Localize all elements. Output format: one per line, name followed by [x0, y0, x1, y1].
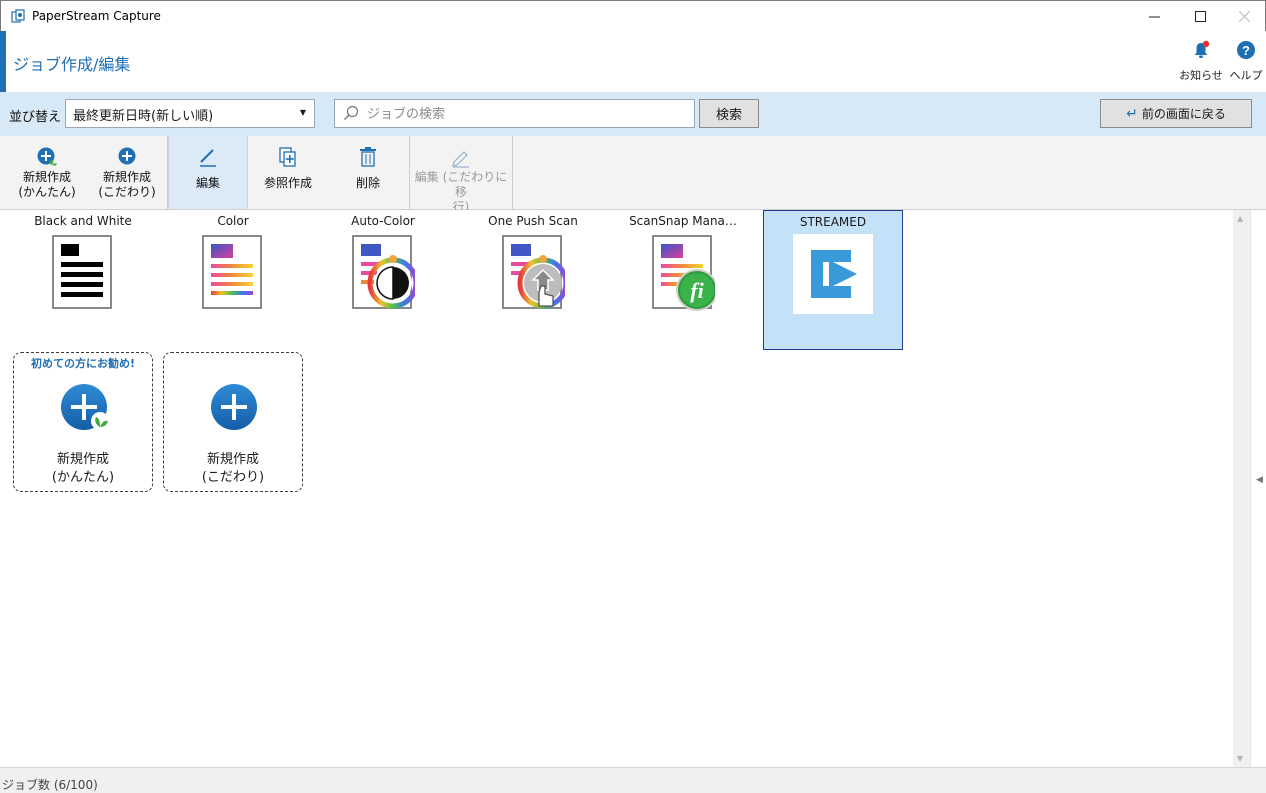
dropdown-arrow-icon: ▼ [299, 108, 306, 117]
job-tile-color[interactable]: Color [163, 210, 303, 350]
copy-create-label: 参照作成 [263, 176, 312, 190]
streamed-icon [793, 234, 873, 314]
new-easy-label: 新規作成 (かんたん) [18, 170, 76, 199]
new-easy-button[interactable]: 新規作成 (かんたん) [8, 136, 86, 209]
paperstream-app-icon [11, 9, 25, 23]
bell-icon [1194, 40, 1210, 58]
new-easy-card-label: 新規作成 (かんたん) [51, 452, 115, 485]
job-tile-black-and-white[interactable]: Black and White [13, 210, 153, 350]
bw-document-icon [52, 235, 112, 309]
add-easy-icon [61, 384, 109, 430]
maximize-icon [1194, 11, 1206, 22]
new-custom-card-label: 新規作成 (こだわり) [201, 452, 265, 485]
new-custom-card[interactable]: 新規作成 (こだわり) [163, 352, 303, 492]
copy-create-button[interactable]: 参照作成 [248, 136, 328, 209]
help-icon: ? [1237, 41, 1255, 59]
toolbar: 新規作成 (かんたん) 新規作成 (こだわり) 編集 参照作成 削除 編集 (こ… [0, 136, 1266, 214]
header-accent-bar [0, 31, 6, 92]
sort-dropdown[interactable]: 最終更新日時(新しい順) ▼ [65, 99, 315, 128]
vertical-scrollbar[interactable]: ▲ ▼ [1233, 210, 1250, 767]
copy-document-icon [279, 147, 296, 167]
notifications-label: お知らせ [1179, 69, 1223, 82]
new-custom-button[interactable]: 新規作成 (こだわり) [88, 136, 166, 209]
add-icon [118, 147, 136, 165]
job-count: ジョブ数 (6/100) [2, 778, 98, 792]
one-push-scan-icon [502, 235, 565, 309]
minimize-icon [1148, 16, 1160, 18]
recommended-tag: 初めての方にお勧め! [30, 357, 136, 370]
window-title: PaperStream Capture [32, 9, 161, 23]
search-box[interactable] [334, 99, 695, 128]
notifications-button[interactable]: お知らせ [1179, 40, 1223, 83]
minimize-button[interactable] [1131, 1, 1177, 32]
search-input[interactable] [367, 104, 687, 124]
job-tile-scansnap-manager[interactable]: ScanSnap Mana… fi [613, 210, 753, 350]
help-button[interactable]: ? ヘルプ [1224, 40, 1266, 83]
close-icon [1238, 11, 1250, 22]
auto-color-document-icon [352, 235, 415, 309]
sort-label: 並び替え [9, 110, 62, 125]
delete-button[interactable]: 削除 [328, 136, 408, 209]
edit-migrate-icon [452, 151, 469, 168]
new-custom-label: 新規作成 (こだわり) [98, 170, 156, 199]
sort-dropdown-value: 最終更新日時(新しい順) [73, 109, 214, 124]
job-name: One Push Scan [488, 214, 578, 228]
job-name: Color [217, 214, 249, 228]
new-easy-card[interactable]: 初めての方にお勧め! 新規作成 (かんたん) [13, 352, 153, 492]
edit-button[interactable]: 編集 [168, 136, 248, 209]
delete-label: 削除 [355, 176, 380, 190]
add-easy-icon [37, 147, 57, 166]
svg-text:fi: fi [690, 278, 704, 303]
side-panel-collapsed: ◀ [1250, 210, 1266, 767]
search-button[interactable]: 検索 [699, 99, 759, 128]
status-bar: ジョブ数 (6/100) [0, 767, 1266, 793]
edit-migrate-label: 編集 (こだわりに移 行) [414, 170, 508, 214]
job-name: Black and White [34, 214, 132, 228]
toolbar-divider [512, 136, 513, 209]
maximize-button[interactable] [1177, 1, 1223, 32]
job-tile-one-push-scan[interactable]: One Push Scan [463, 210, 603, 350]
expand-panel-icon[interactable]: ◀ [1256, 475, 1263, 485]
svg-text:?: ? [1242, 43, 1250, 58]
search-icon [344, 105, 359, 120]
job-name: Auto-Color [351, 214, 415, 228]
title-bar: PaperStream Capture [0, 0, 1266, 31]
close-button[interactable] [1221, 1, 1266, 32]
job-name: ScanSnap Mana… [629, 214, 737, 228]
edit-migrate-button[interactable]: 編集 (こだわりに移 行) [410, 136, 512, 214]
trash-icon [360, 147, 376, 167]
scroll-down-icon[interactable]: ▼ [1237, 754, 1243, 763]
back-button-label: 前の画面に戻る [1141, 107, 1226, 121]
page-header: ジョブ作成/編集 お知らせ ? ヘルプ [0, 31, 1266, 92]
page-title: ジョブ作成/編集 [13, 55, 131, 74]
scansnap-manager-icon: fi [652, 235, 715, 311]
scroll-up-icon[interactable]: ▲ [1237, 214, 1243, 223]
pencil-icon [200, 149, 216, 167]
sort-search-bar: 並び替え 最終更新日時(新しい順) ▼ 検索 ↵ 前の画面に戻る [0, 92, 1266, 136]
job-tile-streamed[interactable]: STREAMED [763, 210, 903, 350]
job-tile-auto-color[interactable]: Auto-Color [313, 210, 453, 350]
back-button[interactable]: ↵ 前の画面に戻る [1100, 99, 1252, 128]
job-list-area: Black and White Color Auto-Color One Pus… [0, 210, 1250, 767]
color-document-icon [202, 235, 262, 309]
add-icon [211, 384, 257, 430]
job-name: STREAMED [799, 215, 867, 229]
edit-label: 編集 [195, 176, 220, 190]
help-label: ヘルプ [1229, 69, 1263, 82]
return-arrow-icon: ↵ [1126, 105, 1138, 122]
